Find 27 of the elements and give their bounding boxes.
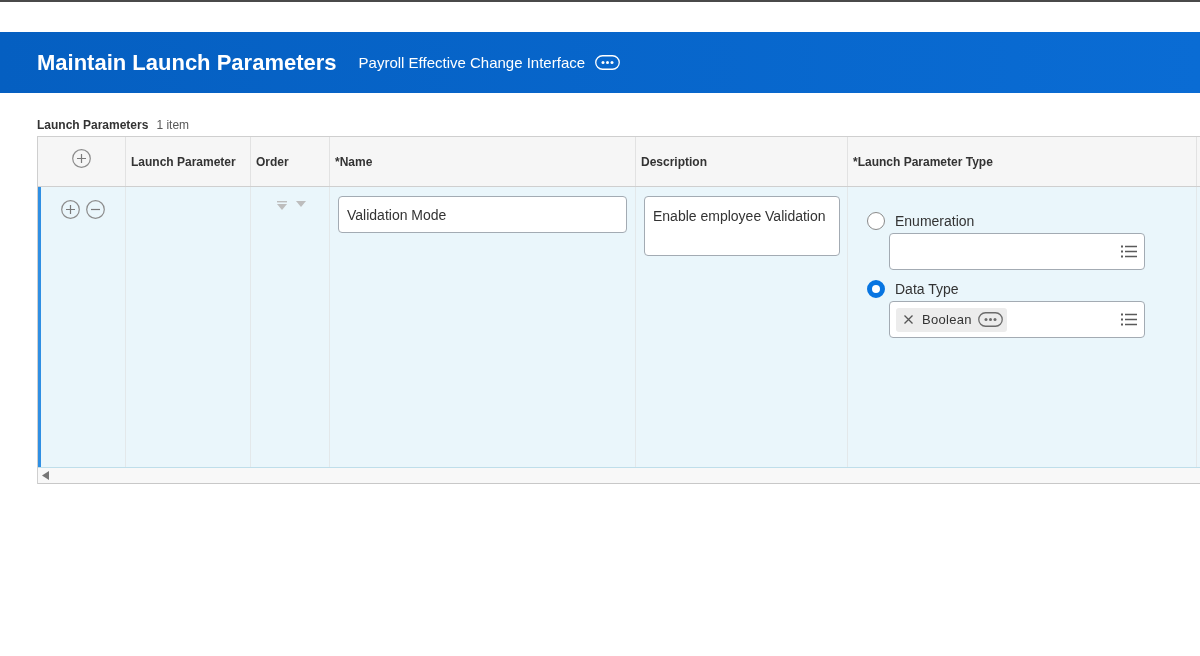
select-field[interactable] bbox=[889, 233, 1145, 270]
list-icon[interactable] bbox=[1121, 245, 1137, 258]
page-subtitle: Payroll Effective Change Interface bbox=[358, 55, 586, 70]
page-title: Maintain Launch Parameters bbox=[37, 51, 337, 74]
circle-minus-icon[interactable] bbox=[85, 200, 105, 219]
triangle-left-icon[interactable] bbox=[42, 471, 49, 480]
circle-plus-icon[interactable] bbox=[72, 149, 91, 168]
column-header: *Name bbox=[335, 153, 373, 171]
radio-button[interactable] bbox=[867, 280, 885, 298]
column-header: Launch Parameter bbox=[131, 153, 236, 171]
horizontal-scrollbar[interactable] bbox=[38, 468, 1200, 484]
ellipsis-icon[interactable] bbox=[977, 312, 1003, 327]
grid-title: Launch Parameters bbox=[37, 117, 149, 134]
column-header: Order bbox=[256, 153, 289, 171]
radio-button[interactable] bbox=[867, 212, 885, 230]
description-input[interactable]: Enable employee Validation bbox=[644, 196, 840, 256]
close-icon[interactable] bbox=[904, 315, 913, 324]
name-input[interactable]: Validation Mode bbox=[338, 196, 627, 233]
column-header: *Launch Parameter Type bbox=[853, 153, 993, 171]
select-field[interactable]: Boolean bbox=[889, 301, 1145, 338]
option-label: Data Type bbox=[895, 280, 959, 298]
chip-label: Boolean bbox=[922, 310, 972, 329]
column-header: Description bbox=[641, 153, 707, 171]
list-icon[interactable] bbox=[1121, 313, 1137, 326]
item-count: 1 item bbox=[156, 117, 190, 134]
option-label: Enumeration bbox=[895, 212, 975, 230]
circle-plus-icon[interactable] bbox=[60, 200, 80, 219]
